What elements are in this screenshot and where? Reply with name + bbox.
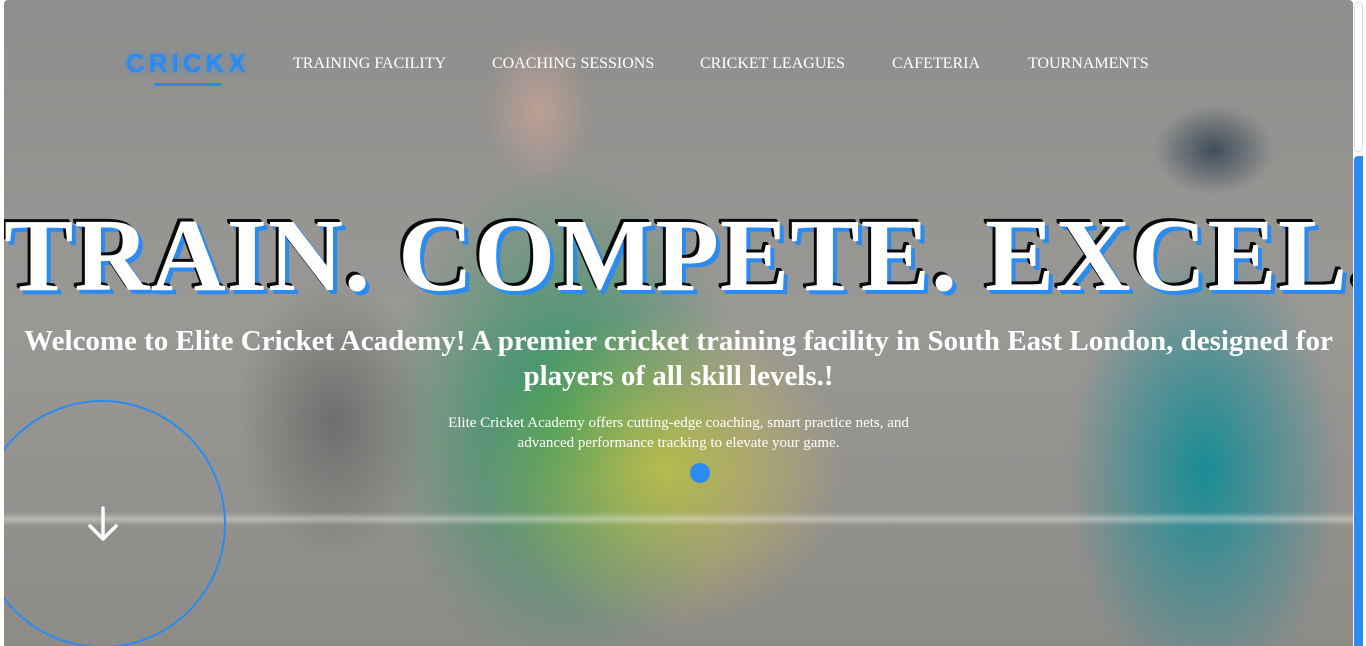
hero-section: CRICKX TRAINING FACILITY COACHING SESSIO… — [4, 0, 1353, 646]
hero-description: Elite Cricket Academy offers cutting-edg… — [448, 415, 909, 451]
scroll-progress-bar — [1354, 156, 1363, 646]
dot-indicator[interactable] — [690, 463, 710, 483]
nav-item-training-facility[interactable]: TRAINING FACILITY — [293, 55, 446, 73]
brand-logo[interactable]: CRICKX — [126, 48, 250, 79]
hero-headline: TRAIN. COMPETE. EXCEL. — [4, 198, 1353, 313]
nav-item-tournaments[interactable]: TOURNAMENTS — [1028, 55, 1149, 73]
arrow-down-icon[interactable] — [85, 504, 121, 544]
nav-item-cafeteria[interactable]: CAFETERIA — [892, 55, 980, 73]
hero-subheadline: Welcome to Elite Cricket Academy! A prem… — [24, 325, 1333, 392]
nav-item-cricket-leagues[interactable]: CRICKET LEAGUES — [700, 55, 845, 73]
nav-item-coaching-sessions[interactable]: COACHING SESSIONS — [492, 55, 654, 73]
logo-underline — [154, 83, 222, 86]
scrollbar-thumb[interactable] — [1354, 2, 1363, 152]
